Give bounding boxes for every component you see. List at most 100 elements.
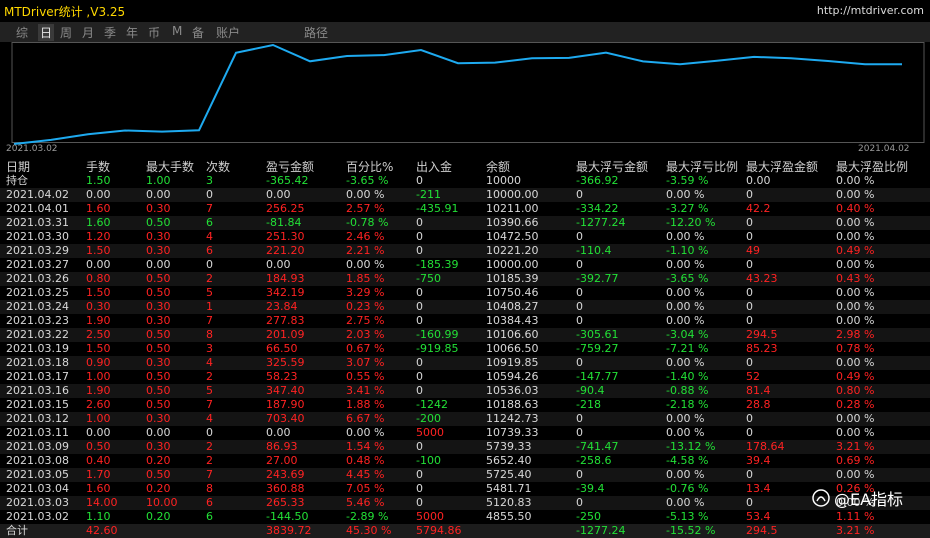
cell-mfl: -392.77 bbox=[576, 272, 619, 285]
column-header[interactable]: 百分比% bbox=[346, 158, 393, 175]
cell-lots: 0.00 bbox=[86, 188, 111, 201]
cell-mflp: -12.20 % bbox=[666, 216, 716, 229]
column-header[interactable]: 日期 bbox=[6, 158, 30, 175]
cell-count: 0 bbox=[206, 188, 213, 201]
tab-3[interactable]: 月 bbox=[82, 24, 94, 41]
cell-date: 2021.03.18 bbox=[6, 356, 69, 369]
cell-pct: 0.00 % bbox=[346, 426, 385, 439]
tab-10[interactable]: 路径 bbox=[304, 24, 328, 41]
cell-date: 2021.03.08 bbox=[6, 454, 69, 467]
cell-maxlots: 0.50 bbox=[146, 370, 171, 383]
cell-lots: 0.80 bbox=[86, 272, 111, 285]
cell-count: 2 bbox=[206, 440, 213, 453]
cell-dep: 0 bbox=[416, 482, 423, 495]
cell-lots: 1.50 bbox=[86, 244, 111, 257]
column-header[interactable]: 最大浮亏比例 bbox=[666, 158, 738, 175]
table-row: 2021.04.01 1.60 0.30 7 256.25 2.57 % -435.91 10… bbox=[0, 202, 930, 216]
tab-8[interactable]: 备 bbox=[192, 24, 204, 41]
watermark: @EA指标 bbox=[812, 486, 903, 510]
cell-dep: 5000 bbox=[416, 426, 444, 439]
cell-date: 2021.03.27 bbox=[6, 258, 69, 271]
cell-mfp: 0 bbox=[746, 258, 753, 271]
cell-pnl: -81.84 bbox=[266, 216, 302, 229]
column-header[interactable]: 余额 bbox=[486, 158, 510, 175]
cell-dep: 0 bbox=[416, 370, 423, 383]
cell-date: 2021.04.01 bbox=[6, 202, 69, 215]
watermark-text: @EA指标 bbox=[834, 490, 904, 509]
cell-maxlots: 0.50 bbox=[146, 216, 171, 229]
tab-7[interactable]: M bbox=[172, 24, 182, 38]
cell-dep: 0 bbox=[416, 230, 423, 243]
cell-pnl: 342.19 bbox=[266, 286, 305, 299]
cell-maxlots: 0.50 bbox=[146, 468, 171, 481]
cell-lots: 1.60 bbox=[86, 202, 111, 215]
cell-mfp: 39.4 bbox=[746, 454, 771, 467]
cell-date: 2021.03.03 bbox=[6, 496, 69, 509]
cell-lots: 14.00 bbox=[86, 496, 118, 509]
cell-mfp: 0 bbox=[746, 356, 753, 369]
cell-mfpp: 0.00 % bbox=[836, 300, 875, 313]
cell-mfpp: 0.00 % bbox=[836, 258, 875, 271]
tab-0[interactable]: 综 bbox=[16, 24, 28, 41]
cell-date: 2021.03.24 bbox=[6, 300, 69, 313]
column-header[interactable]: 手数 bbox=[86, 158, 110, 175]
website-link[interactable]: http://mtdriver.com bbox=[817, 4, 924, 17]
cell-mfp: 0 bbox=[746, 188, 753, 201]
table-row: 2021.04.02 0.00 0.00 0 0.00 0.00 % -211 10000.0… bbox=[0, 188, 930, 202]
cell-mfpp: 0.49 % bbox=[836, 244, 875, 257]
cell-lots: 1.90 bbox=[86, 314, 111, 327]
cell-mfp: 0 bbox=[746, 412, 753, 425]
cell-mfl: 0 bbox=[576, 412, 583, 425]
cell-count: 4 bbox=[206, 230, 213, 243]
cell-bal: 10919.85 bbox=[486, 356, 539, 369]
cell-count: 4 bbox=[206, 356, 213, 369]
cell-date: 2021.03.02 bbox=[6, 510, 69, 523]
cell-dep: -211 bbox=[416, 188, 441, 201]
cell-lots: 1.00 bbox=[86, 370, 111, 383]
column-header[interactable]: 出入金 bbox=[416, 158, 452, 175]
cell-date: 2021.03.04 bbox=[6, 482, 69, 495]
cell-lots: 1.70 bbox=[86, 468, 111, 481]
cell-pnl: 66.50 bbox=[266, 342, 298, 355]
cell-date: 2021.03.22 bbox=[6, 328, 69, 341]
cell-pnl: 360.88 bbox=[266, 482, 305, 495]
column-header[interactable]: 最大浮亏金额 bbox=[576, 158, 648, 175]
cell-count: 1 bbox=[206, 300, 213, 313]
cell-pnl: 0.00 bbox=[266, 188, 291, 201]
cell-pct: 6.67 % bbox=[346, 412, 385, 425]
column-header[interactable]: 次数 bbox=[206, 158, 230, 175]
cell-bal: 10594.26 bbox=[486, 370, 539, 383]
tab-2[interactable]: 周 bbox=[60, 24, 72, 41]
cell-mfpp: 0.00 % bbox=[836, 174, 875, 187]
tab-9[interactable]: 账户 bbox=[216, 24, 240, 41]
cell-lots: 0.40 bbox=[86, 454, 111, 467]
column-header[interactable]: 最大浮盈比例 bbox=[836, 158, 908, 175]
table-header: 日期 手数 最大手数 次数 盈亏金额 百分比% 出入金 余额 最大浮亏金额 最大浮亏比例 最大浮盈金… bbox=[0, 158, 930, 174]
column-header[interactable]: 最大手数 bbox=[146, 158, 194, 175]
cell-mfpp: 0.00 % bbox=[836, 412, 875, 425]
cell-mfpp: 0.78 % bbox=[836, 342, 875, 355]
cell-count: 6 bbox=[206, 216, 213, 229]
cell-count: 3 bbox=[206, 342, 213, 355]
cell-mfpp: 0.00 % bbox=[836, 286, 875, 299]
column-header[interactable]: 盈亏金额 bbox=[266, 158, 314, 175]
column-header[interactable]: 最大浮盈金额 bbox=[746, 158, 818, 175]
tab-4[interactable]: 季 bbox=[104, 24, 116, 41]
cell-maxlots: 0.50 bbox=[146, 328, 171, 341]
cell-dep: -750 bbox=[416, 272, 441, 285]
cell-mflp: -3.27 % bbox=[666, 202, 709, 215]
cell-maxlots: 1.00 bbox=[146, 174, 171, 187]
cell-maxlots: 0.20 bbox=[146, 454, 171, 467]
tab-1[interactable]: 日 bbox=[38, 24, 55, 41]
tab-5[interactable]: 年 bbox=[126, 24, 138, 41]
cell-pnl: 265.33 bbox=[266, 496, 305, 509]
tab-6[interactable]: 币 bbox=[148, 24, 160, 41]
chart-start-date: 2021.03.02 bbox=[6, 144, 58, 154]
cell-lots: 1.60 bbox=[86, 482, 111, 495]
cell-date: 2021.03.11 bbox=[6, 426, 69, 439]
cell-pct: 3.07 % bbox=[346, 356, 385, 369]
cell-mfl: -366.92 bbox=[576, 174, 619, 187]
cell-mfl: 0 bbox=[576, 230, 583, 243]
cell-lots: 1.50 bbox=[86, 174, 111, 187]
cell-date: 2021.04.02 bbox=[6, 188, 69, 201]
